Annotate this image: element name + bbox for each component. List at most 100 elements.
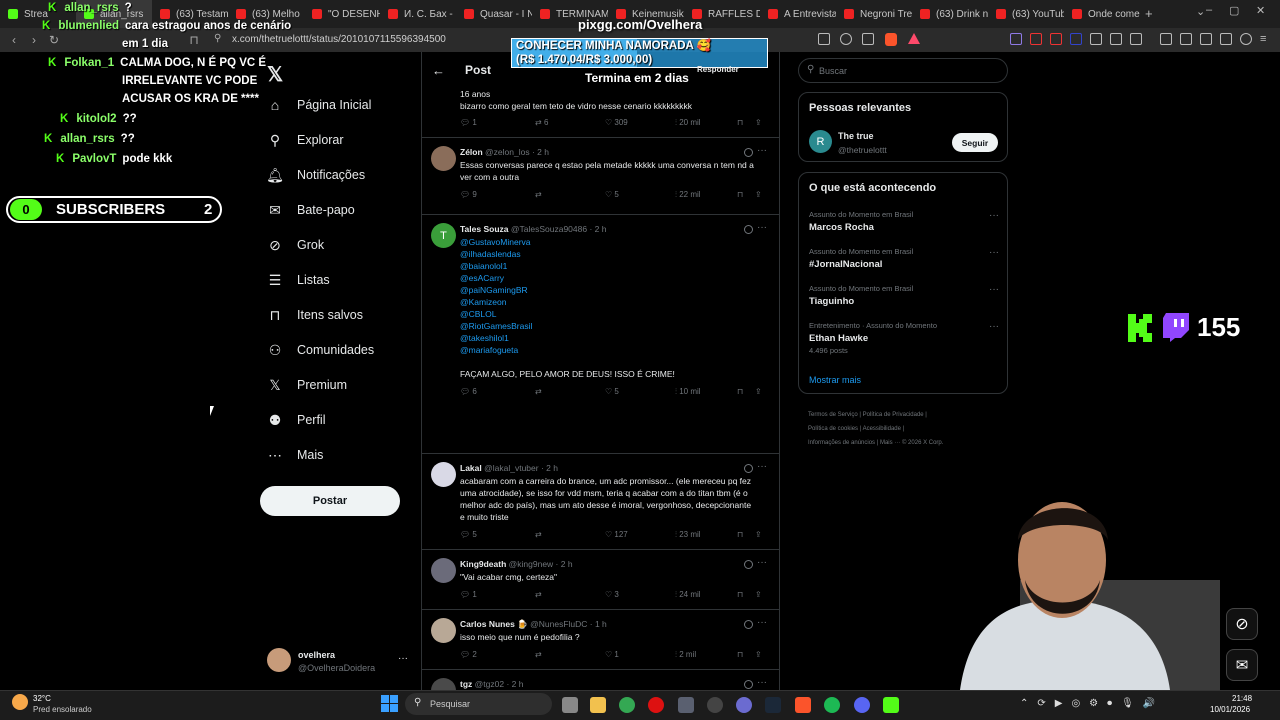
bookmark-icon[interactable]: ⊓: [184, 33, 204, 47]
nav-item-grok[interactable]: ⊘ Grok: [267, 237, 324, 253]
tweet[interactable]: T Tales Souza @TalesSouza90486 · 2 h ···…: [422, 215, 779, 454]
views-count[interactable]: ⫶ 20 mil: [675, 118, 737, 128]
vpn-icon[interactable]: [1240, 33, 1252, 45]
retweet-button[interactable]: ⇄: [535, 387, 605, 397]
browser-tab[interactable]: Quasar - I N: [456, 0, 532, 28]
brave-rewards-icon[interactable]: [908, 33, 920, 44]
relevant-avatar[interactable]: R: [809, 130, 832, 153]
mention-link[interactable]: @CBLOL: [460, 308, 768, 320]
mention-link[interactable]: @paiNGamingBR: [460, 284, 768, 296]
brave-icon[interactable]: [795, 697, 811, 713]
avatar[interactable]: [431, 146, 456, 171]
like-button[interactable]: ♡ 1: [605, 650, 675, 660]
maximize-icon[interactable]: ▢: [1229, 4, 1239, 17]
mention-link[interactable]: @esACarry: [460, 272, 768, 284]
browser-tab[interactable]: (63) YouTub: [988, 0, 1064, 28]
more-icon[interactable]: ···: [989, 210, 999, 221]
more-icon[interactable]: ···: [989, 284, 999, 295]
reply-button[interactable]: 💬︎ 9: [460, 190, 535, 200]
bookmark-button[interactable]: ⊓: [737, 118, 755, 128]
grok-icon[interactable]: [744, 620, 753, 629]
tweet[interactable]: Zélon @zelon_los · 2 h ··· Essas convers…: [422, 138, 779, 215]
retweet-button[interactable]: ⇄ 6: [535, 118, 605, 128]
media-icon[interactable]: [1160, 33, 1172, 45]
reload-icon[interactable]: ↻: [44, 33, 64, 47]
tab-search-icon[interactable]: ⌄: [1196, 5, 1205, 18]
nav-item-list[interactable]: ☰ Listas: [267, 272, 330, 288]
trend-item[interactable]: Assunto do Momento em Brasil Tiaguinho ·…: [809, 284, 999, 309]
share-button[interactable]: ⇪: [755, 118, 762, 128]
extension-icon[interactable]: [1090, 33, 1102, 45]
brave-shield-icon[interactable]: [885, 33, 897, 46]
trend-item[interactable]: Assunto do Momento em Brasil #JornalNaci…: [809, 247, 999, 272]
footer-link[interactable]: Informações de anúncios: [808, 440, 875, 446]
puzzle-icon[interactable]: [1110, 33, 1122, 45]
footer-link[interactable]: Mais ···: [880, 440, 900, 446]
tweet-author[interactable]: Lakal: [460, 463, 482, 473]
avatar[interactable]: T: [431, 223, 456, 248]
mention-link[interactable]: @mariafogueta: [460, 344, 768, 356]
like-button[interactable]: ♡ 5: [605, 190, 675, 200]
views-count[interactable]: ⫶ 22 mil: [675, 190, 737, 200]
app-icon[interactable]: [678, 697, 694, 713]
start-icon[interactable]: [381, 695, 398, 712]
leo-icon[interactable]: [1220, 33, 1232, 45]
share-icon[interactable]: [862, 33, 874, 45]
nav-item-communities[interactable]: ⚇ Comunidades: [267, 342, 374, 358]
nav-item-bookmark[interactable]: ⊓ Itens salvos: [267, 307, 363, 323]
tweet-author[interactable]: Zélon: [460, 147, 483, 157]
reply-top-button[interactable]: Responder: [697, 65, 739, 74]
grok-icon[interactable]: [744, 225, 753, 234]
clock-time[interactable]: 21:48: [1232, 694, 1252, 703]
nav-item-search[interactable]: ⚲ Explorar: [267, 132, 344, 148]
bookmark-button[interactable]: ⊓: [737, 650, 755, 660]
nav-item-home[interactable]: ⌂ Página Inicial: [267, 97, 372, 113]
retweet-button[interactable]: ⇄: [535, 650, 605, 660]
grok-icon[interactable]: [744, 464, 753, 473]
avatar[interactable]: [431, 462, 456, 487]
share-button[interactable]: ⇪: [755, 190, 762, 200]
extension-icon[interactable]: [1030, 33, 1042, 45]
tweet[interactable]: King9death @king9new · 2 h ··· "Vai acab…: [422, 550, 779, 610]
grok-icon[interactable]: [744, 680, 753, 689]
share-button[interactable]: ⇪: [755, 650, 762, 660]
app-icon[interactable]: [736, 697, 752, 713]
footer-link[interactable]: Política de Privacidade: [863, 412, 924, 418]
more-icon[interactable]: ···: [757, 557, 767, 568]
browser-tab[interactable]: И. С. Бах -: [380, 0, 456, 28]
account-menu-icon[interactable]: ···: [398, 653, 408, 664]
grok-icon[interactable]: [744, 148, 753, 157]
more-icon[interactable]: ···: [989, 321, 999, 332]
discord-icon[interactable]: [854, 697, 870, 713]
steam-icon[interactable]: [765, 697, 781, 713]
footer-link[interactable]: Termos de Serviço: [808, 412, 858, 418]
more-icon[interactable]: ···: [989, 247, 999, 258]
nav-item-premium[interactable]: 𝕏 Premium: [267, 377, 347, 393]
spotify-icon[interactable]: [824, 697, 840, 713]
views-count[interactable]: ⫶ 2 mil: [675, 650, 737, 660]
weather-icon[interactable]: [12, 694, 28, 710]
menu-icon[interactable]: ≡: [1260, 33, 1266, 45]
views-count[interactable]: ⫶ 23 mil: [675, 530, 737, 540]
chrome-icon[interactable]: [619, 697, 635, 713]
show-more-link[interactable]: Mostrar mais: [809, 375, 861, 385]
like-button[interactable]: ♡ 309: [605, 118, 675, 128]
file-explorer-icon[interactable]: [590, 697, 606, 713]
tweet-author[interactable]: King9death: [460, 559, 506, 569]
retweet-button[interactable]: ⇄: [535, 590, 605, 600]
views-count[interactable]: ⫶ 24 mil: [675, 590, 737, 600]
reply-button[interactable]: 💬︎ 6: [460, 387, 535, 397]
like-button[interactable]: ♡ 3: [605, 590, 675, 600]
browser-tab[interactable]: "O DESENH: [304, 0, 380, 28]
account-avatar[interactable]: [267, 648, 291, 672]
more-icon[interactable]: ···: [757, 617, 767, 628]
avatar[interactable]: [431, 618, 456, 643]
trend-item[interactable]: Assunto do Momento em Brasil Marcos Roch…: [809, 210, 999, 235]
x-logo-icon[interactable]: 𝕏: [267, 62, 283, 87]
back-icon[interactable]: ‹: [4, 33, 24, 47]
wallet-icon[interactable]: [1200, 33, 1212, 45]
reply-button[interactable]: 💬︎ 5: [460, 530, 535, 540]
site-info-icon[interactable]: ⚲: [214, 33, 221, 44]
sidebar-icon[interactable]: [1180, 33, 1192, 45]
share-button[interactable]: ⇪: [755, 387, 762, 397]
